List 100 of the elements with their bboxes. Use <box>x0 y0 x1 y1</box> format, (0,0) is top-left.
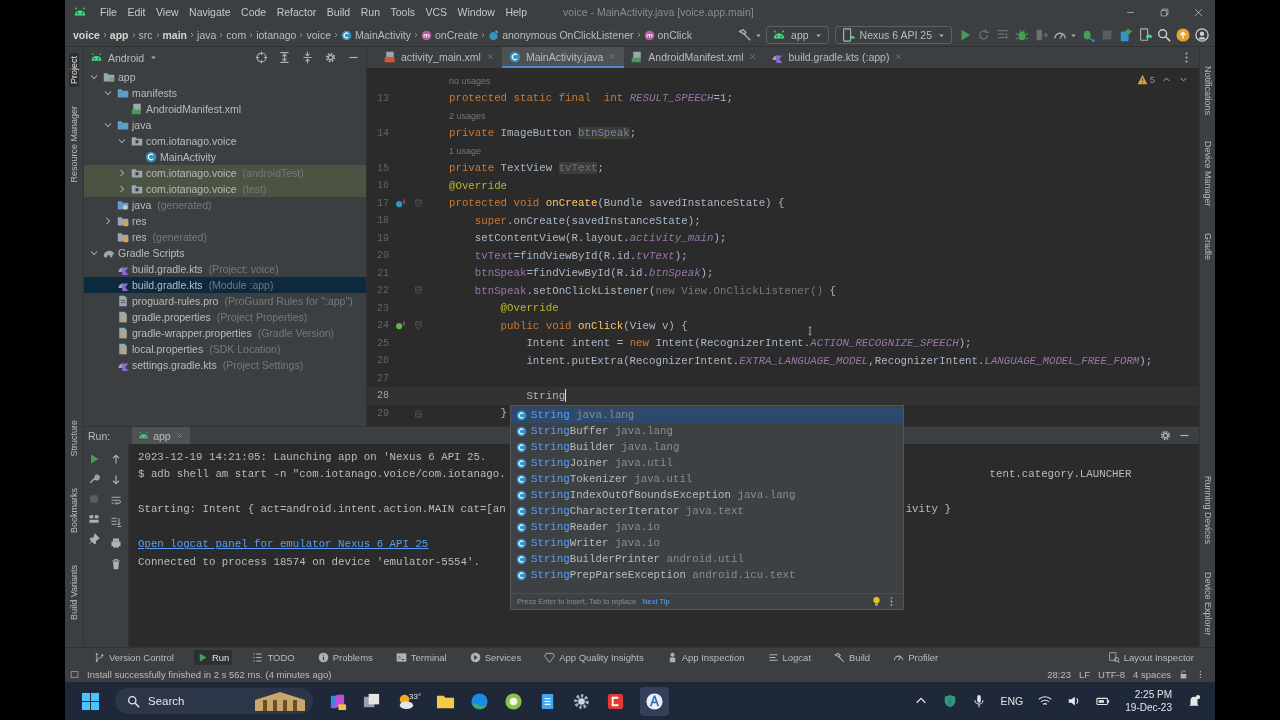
breadcrumb[interactable]: com <box>226 29 247 41</box>
tool-window-tab[interactable]: Build Variants <box>69 562 79 623</box>
tree-item[interactable]: settings.gradle.kts (Project Settings) <box>84 357 366 373</box>
menu-item[interactable]: Refactor <box>276 6 317 18</box>
tree-item[interactable]: java (generated) <box>84 197 366 213</box>
menu-item[interactable]: Code <box>241 6 267 18</box>
tree-item[interactable]: res (generated) <box>84 229 366 245</box>
run-config-dropdown[interactable]: app <box>766 26 829 44</box>
menu-item[interactable]: Navigate <box>189 6 231 18</box>
status-item[interactable]: LF <box>1078 669 1091 680</box>
usage-hint[interactable]: no usages <box>449 75 491 86</box>
tree-item[interactable]: com.iotanago.voice <box>84 133 366 149</box>
tool-window-button[interactable]: Profiler <box>890 650 942 665</box>
device-dropdown[interactable]: Nexus 6 API 25 <box>834 26 952 44</box>
warning-count[interactable]: 5 <box>1136 74 1155 85</box>
completion-item[interactable]: StringReader java.io <box>511 519 903 535</box>
tree-item[interactable]: build.gradle.kts (Module :app) <box>84 277 366 293</box>
tree-item[interactable]: build.gradle.kts (Project: voice) <box>84 261 366 277</box>
breadcrumb[interactable]: app <box>109 29 129 41</box>
tool-window-button[interactable]: Version Control <box>91 650 177 665</box>
weather-widget[interactable]: 33° <box>396 691 422 711</box>
menu-item[interactable]: File <box>100 6 117 18</box>
breadcrumb[interactable]: voice <box>73 29 100 41</box>
menu-item[interactable]: Window <box>457 6 495 18</box>
menu-item[interactable]: Run <box>360 6 380 18</box>
tree-item[interactable]: gradle.properties (Project Properties) <box>84 309 366 325</box>
breadcrumb[interactable]: anonymous OnClickListener <box>488 29 634 41</box>
menu-item[interactable]: Edit <box>127 6 146 18</box>
status-item[interactable]: UTF-8 <box>1098 669 1125 680</box>
tree-item[interactable]: res <box>84 213 366 229</box>
tree-item[interactable]: proguard-rules.pro (ProGuard Rules for ":app") <box>84 293 366 309</box>
usage-hint[interactable]: 1 usage <box>449 145 482 156</box>
line-number: 24 <box>376 320 389 332</box>
completion-item[interactable]: StringIndexOutOfBoundsException java.lang <box>511 487 903 503</box>
tree-item[interactable]: app <box>84 69 366 85</box>
tool-window-button[interactable]: Layout Inspector <box>1105 650 1197 665</box>
menu-item[interactable]: Tools <box>390 6 415 18</box>
tool-window-button[interactable]: Problems <box>314 650 376 665</box>
editor-tab[interactable]: activity_main.xml <box>377 47 502 68</box>
status-item[interactable]: 4 spaces <box>1132 669 1171 680</box>
run-tab[interactable]: app <box>132 427 190 444</box>
tool-window-tab[interactable]: Structure <box>69 416 79 460</box>
completion-item[interactable]: StringWriter java.io <box>511 535 903 551</box>
tool-window-button[interactable]: Terminal <box>392 650 450 665</box>
code-line: protected static final int RESULT_SPEECH=1; <box>449 92 733 105</box>
tool-window-tab[interactable]: Gradle <box>1202 229 1213 263</box>
tool-window-button[interactable]: Run <box>193 650 233 665</box>
breadcrumb[interactable]: voice <box>306 29 331 41</box>
tree-item[interactable]: MainActivity <box>84 149 366 165</box>
tool-window-tab[interactable]: Running Devices <box>1202 473 1213 548</box>
breadcrumb[interactable]: java <box>197 29 217 41</box>
clock-date[interactable]: 19-Dec-23 <box>1125 701 1172 714</box>
completion-item[interactable]: StringBuffer java.lang <box>511 423 903 439</box>
menu-item[interactable]: VCS <box>425 6 448 18</box>
tool-window-button[interactable]: App Inspection <box>663 650 748 665</box>
tree-item[interactable]: Gradle Scripts <box>84 245 366 261</box>
completion-item[interactable]: StringJoiner java.util <box>511 455 903 471</box>
breadcrumb[interactable]: MainActivity <box>340 29 411 41</box>
tree-item[interactable]: manifests <box>84 85 366 101</box>
menu-item[interactable]: Help <box>505 6 528 18</box>
menu-item[interactable]: View <box>156 6 179 18</box>
search-box[interactable]: Search <box>115 688 313 714</box>
view-dropdown[interactable]: Android <box>90 51 159 64</box>
editor-tab[interactable]: build.gradle.kts (:app) <box>764 47 911 68</box>
line-number: 25 <box>376 337 389 349</box>
breadcrumb[interactable]: iotanago <box>256 29 297 41</box>
tool-window-tab[interactable]: Bookmarks <box>69 485 79 537</box>
completion-item[interactable]: StringPrepParseException android.icu.text <box>511 567 903 583</box>
tool-window-button[interactable]: TODO <box>249 650 298 665</box>
editor-tab[interactable]: MainActivity.java <box>501 47 625 68</box>
menu-item[interactable]: Build <box>326 6 351 18</box>
tool-window-tab[interactable]: Device Manager <box>1202 138 1213 210</box>
breadcrumb[interactable]: onClick <box>643 29 692 41</box>
breadcrumb[interactable]: main <box>162 29 188 41</box>
tool-window-tab[interactable]: Project <box>69 53 79 87</box>
status-message: Install successfully finished in 2 s 562 ms. (4 minutes ago) <box>87 669 332 680</box>
tool-window-button[interactable]: App Quality Insights <box>541 650 647 665</box>
tree-item[interactable]: AndroidManifest.xml <box>84 101 366 117</box>
tool-window-tab[interactable]: Device Explorer <box>1202 569 1213 639</box>
editor-tab[interactable]: AndroidManifest.xml <box>624 47 765 68</box>
completion-item[interactable]: StringBuilderPrinter android.util <box>511 551 903 567</box>
breadcrumb[interactable]: onCreate <box>421 29 479 41</box>
completion-item[interactable]: StringCharacterIterator java.text <box>511 503 903 519</box>
tool-window-tab[interactable]: Resource Manager <box>69 103 79 186</box>
completion-item[interactable]: String java.lang <box>511 407 903 423</box>
completion-item[interactable]: StringTokenizer java.util <box>511 471 903 487</box>
tool-window-button[interactable]: Services <box>466 650 525 665</box>
status-item[interactable]: 28:23 <box>1047 669 1071 680</box>
code-line: @Override <box>449 179 508 192</box>
breadcrumb[interactable]: src <box>138 29 153 41</box>
tree-item[interactable]: java <box>84 117 366 133</box>
tool-window-button[interactable]: Logcat <box>764 650 815 665</box>
tool-window-button[interactable]: Build <box>831 650 874 665</box>
logcat-link[interactable]: Open logcat panel for emulator Nexus 6 API 25 <box>138 538 429 551</box>
line-number: 23 <box>376 302 389 314</box>
language-indicator[interactable]: ENG <box>1000 695 1024 707</box>
completion-item[interactable]: StringBuilder java.lang <box>511 439 903 455</box>
tool-window-tab[interactable]: Notifications <box>1202 63 1213 119</box>
clock-time[interactable]: 2:25 PM <box>1134 688 1172 701</box>
usage-hint[interactable]: 2 usages <box>449 110 486 121</box>
